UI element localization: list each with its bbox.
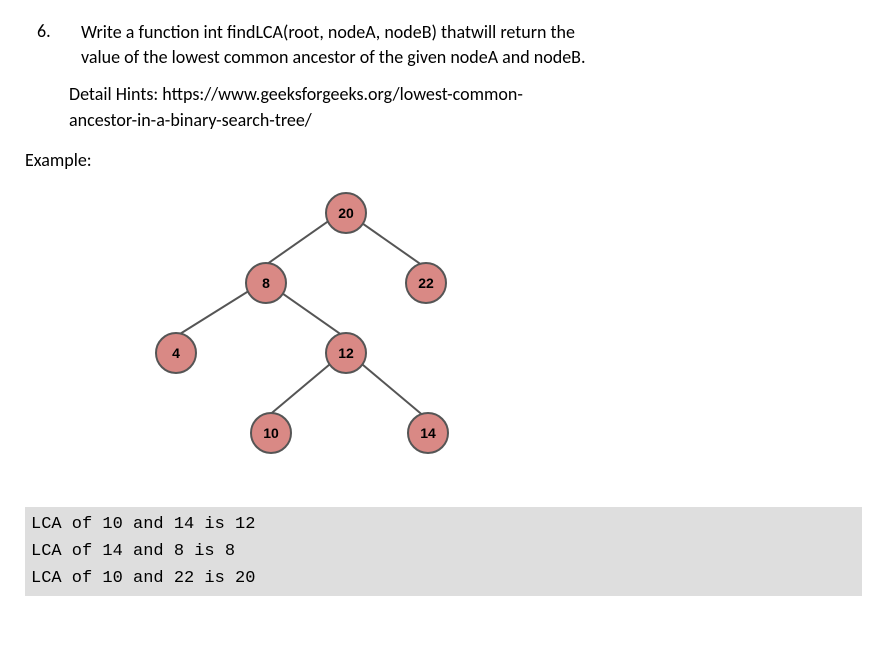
output-line-1: LCA of 10 and 14 is 12 [31,511,856,538]
node-label: 12 [338,345,354,361]
question-row: 6. Write a function int findLCA(root, no… [25,20,862,70]
question-line-1: Write a function int findLCA(root, nodeA… [81,21,575,43]
edge-12-14 [354,357,424,416]
output-line-2: LCA of 14 and 8 is 8 [31,538,856,565]
tree-node-8: 8 [245,262,287,304]
edge-20-8 [261,215,336,268]
tree-node-20: 20 [325,192,367,234]
hints-line-1: Detail Hints: https://www.geeksforgeeks.… [69,83,523,105]
node-label: 8 [262,275,270,291]
edge-20-22 [354,217,429,270]
tree-node-10: 10 [250,412,292,454]
tree-node-12: 12 [325,332,367,374]
edge-8-12 [274,287,349,340]
example-label: Example: [25,149,862,171]
tree-node-14: 14 [407,412,449,454]
output-line-3: LCA of 10 and 22 is 20 [31,565,856,592]
hints-block: Detail Hints: https://www.geeksforgeeks.… [69,82,862,132]
node-label: 10 [263,425,279,441]
hints-line-2: ancestor-in-a-binary-search-tree/ [69,109,312,131]
question-line-2: value of the lowest common ancestor of t… [81,46,585,68]
example-output: LCA of 10 and 14 is 12 LCA of 14 and 8 i… [25,507,862,597]
question-number: 6. [25,20,65,70]
edge-8-4 [171,285,257,340]
node-label: 22 [418,275,434,291]
node-label: 14 [420,425,436,441]
node-label: 20 [338,205,354,221]
question-text: Write a function int findLCA(root, nodeA… [81,20,862,70]
tree-node-22: 22 [405,262,447,304]
tree-diagram: 20 8 22 4 12 10 14 [115,187,515,477]
node-label: 4 [172,345,180,361]
tree-node-4: 4 [155,332,197,374]
